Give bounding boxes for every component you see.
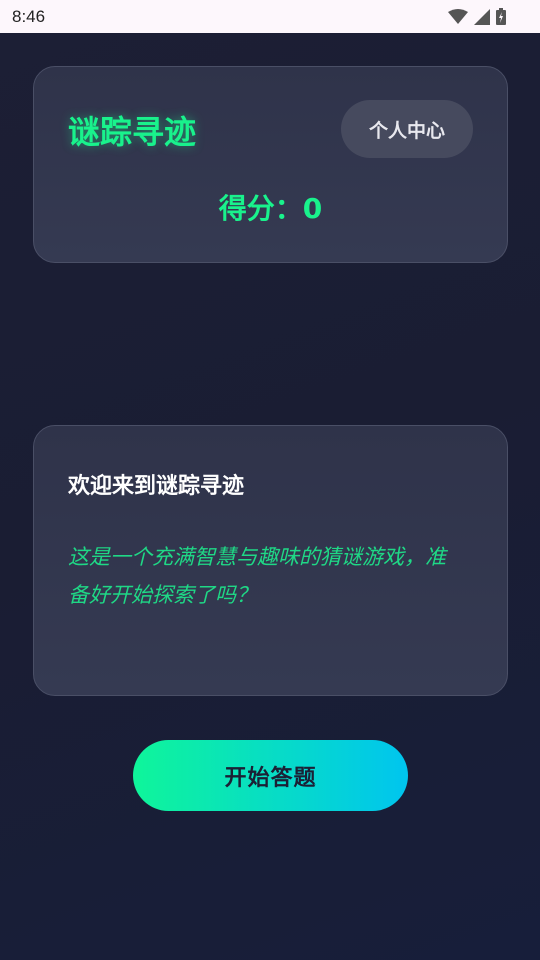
welcome-card: 欢迎来到谜踪寻迹 这是一个充满智慧与趣味的猜谜游戏，准备好开始探索了吗？ <box>33 425 508 696</box>
welcome-description: 这是一个充满智慧与趣味的猜谜游戏，准备好开始探索了吗？ <box>68 545 446 607</box>
battery-icon <box>496 8 506 25</box>
app-title: 谜踪寻迹 <box>68 113 197 151</box>
score-display: 得分：0 <box>34 187 507 227</box>
score-value: 0 <box>302 192 323 225</box>
status-bar: 8:46 <box>0 0 540 33</box>
wifi-icon <box>448 8 468 24</box>
status-icons <box>448 8 506 25</box>
welcome-title: 欢迎来到谜踪寻迹 <box>68 474 245 499</box>
profile-button[interactable]: 个人中心 <box>341 100 473 158</box>
start-quiz-button[interactable]: 开始答题 <box>133 740 408 811</box>
status-time: 8:46 <box>12 6 46 26</box>
signal-icon <box>474 8 490 25</box>
header-card: 谜踪寻迹 个人中心 得分：0 <box>33 66 508 263</box>
score-label: 得分： <box>218 192 303 225</box>
